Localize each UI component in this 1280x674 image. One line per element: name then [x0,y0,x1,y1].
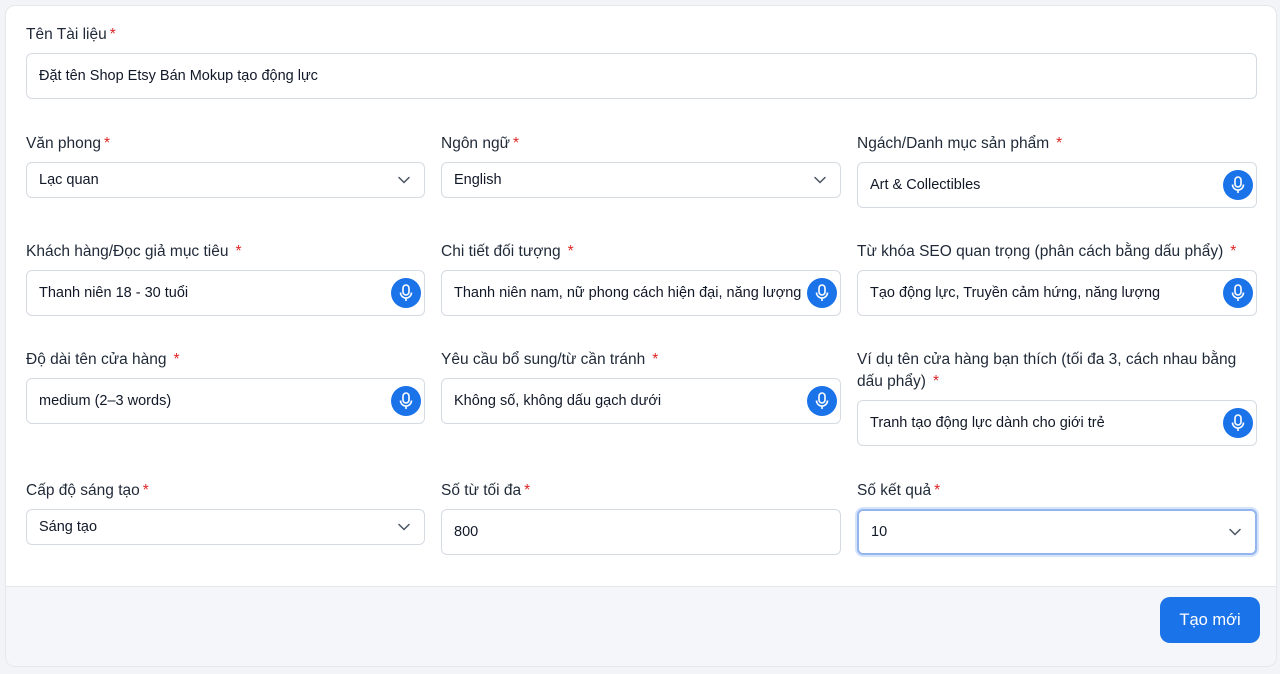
field-extra-requirements: Yêu cầu bổ sung/từ cần tránh * Không số, … [441,349,841,424]
field-creativity: Cấp độ sáng tạo * Sáng tạo [26,480,425,545]
field-label: Khách hàng/Đọc giả mục tiêu * [26,241,425,263]
seo-keywords-input[interactable]: Tạo động lực, Truyền cảm hứng, năng lượn… [857,270,1257,316]
microphone-icon[interactable] [1223,408,1253,438]
field-example-names: Ví dụ tên cửa hàng bạn thích (tối đa 3, … [857,349,1257,446]
field-seo-keywords: Từ khóa SEO quan trọng (phân cách bằng d… [857,241,1257,316]
field-label: Yêu cầu bổ sung/từ cần tránh * [441,349,841,371]
required-mark: * [109,26,116,43]
field-label: Ví dụ tên cửa hàng bạn thích (tối đa 3, … [857,349,1257,393]
select-value: English [454,172,502,188]
input-value: Art & Collectibles [870,177,981,193]
tone-select[interactable]: Lạc quan [26,162,425,198]
select-value: Sáng tạo [39,519,98,535]
input-value: Đặt tên Shop Etsy Bán Mokup tạo động lực [39,68,318,84]
field-num-results: Số kết quả * 10 [857,480,1257,555]
required-mark: * [235,243,242,260]
field-max-words: Số từ tối đa * 800 [441,480,841,555]
chevron-down-icon [1227,524,1243,540]
label-text: Chi tiết đối tượng [441,243,561,260]
required-mark: * [934,482,941,499]
label-text: Cấp độ sáng tạo [26,482,140,499]
field-tone: Văn phong * Lạc quan [26,133,425,198]
required-mark: * [1056,135,1063,152]
input-value: Thanh niên nam, nữ phong cách hiện đại, … [454,285,801,301]
input-value: 800 [454,524,479,540]
required-mark: * [173,351,180,368]
input-value: Thanh niên 18 - 30 tuổi [39,285,189,301]
required-mark: * [512,135,520,152]
label-text: Ví dụ tên cửa hàng bạn thích (tối đa 3, … [857,351,1237,390]
field-audience: Khách hàng/Đọc giả mục tiêu * Thanh niên … [26,241,425,316]
required-mark: * [652,351,659,368]
chevron-down-icon [812,172,828,188]
microphone-icon[interactable] [807,386,837,416]
num-results-select[interactable]: 10 [857,509,1257,555]
create-button[interactable]: Tạo mới [1160,597,1260,643]
field-label: Ngôn ngữ * [441,133,841,155]
input-value: Không số, không dấu gạch dưới [454,393,662,409]
select-value: 10 [871,524,888,540]
chevron-down-icon [396,172,412,188]
required-mark: * [104,135,111,152]
chevron-down-icon [396,519,412,535]
field-language: Ngôn ngữ * English [441,133,841,198]
select-value: Lạc quan [39,172,99,188]
extra-requirements-input[interactable]: Không số, không dấu gạch dưới [441,378,841,424]
form-card: Tên Tài liệu * Đặt tên Shop Etsy Bán Moku… [5,5,1277,667]
field-label: Tên Tài liệu * [26,24,1257,46]
language-select[interactable]: English [441,162,841,198]
microphone-icon[interactable] [807,278,837,308]
name-length-input[interactable]: medium (2–3 words) [26,378,425,424]
required-mark: * [142,482,149,499]
field-label: Số kết quả * [857,480,1257,502]
required-mark: * [567,243,574,260]
input-value: Tranh tạo động lực dành cho giới trẻ [870,415,1105,431]
required-mark: * [1230,243,1237,260]
field-niche: Ngách/Danh mục sản phẩm * Art & Collectib… [857,133,1257,208]
microphone-icon[interactable] [1223,278,1253,308]
required-mark: * [524,482,531,499]
label-text: Yêu cầu bổ sung/từ cần tránh [441,351,646,368]
form-footer [6,586,1276,666]
field-label: Số từ tối đa * [441,480,841,502]
label-text: Độ dài tên cửa hàng [26,351,167,368]
max-words-input[interactable]: 800 [441,509,841,555]
field-label: Văn phong * [26,133,425,155]
label-text: Số từ tối đa [441,482,522,499]
field-label: Cấp độ sáng tạo * [26,480,425,502]
required-mark: * [932,373,939,390]
niche-input[interactable]: Art & Collectibles [857,162,1257,208]
microphone-icon[interactable] [391,386,421,416]
input-value: Tạo động lực, Truyền cảm hứng, năng lượn… [870,285,1161,301]
field-label: Chi tiết đối tượng * [441,241,841,263]
label-text: Tên Tài liệu [26,26,107,43]
creativity-select[interactable]: Sáng tạo [26,509,425,545]
label-text: Ngách/Danh mục sản phẩm [857,135,1050,152]
microphone-icon[interactable] [391,278,421,308]
label-text: Khách hàng/Đọc giả mục tiêu [26,243,229,260]
input-value: medium (2–3 words) [39,393,172,409]
microphone-icon[interactable] [1223,170,1253,200]
label-text: Văn phong [26,135,101,152]
label-text: Từ khóa SEO quan trọng (phân cách bằng d… [857,243,1224,260]
audience-detail-input[interactable]: Thanh niên nam, nữ phong cách hiện đại, … [441,270,841,316]
field-label: Độ dài tên cửa hàng * [26,349,425,371]
example-names-input[interactable]: Tranh tạo động lực dành cho giới trẻ [857,400,1257,446]
audience-input[interactable]: Thanh niên 18 - 30 tuổi [26,270,425,316]
field-name-length: Độ dài tên cửa hàng * medium (2–3 words) [26,349,425,424]
document-title-input[interactable]: Đặt tên Shop Etsy Bán Mokup tạo động lực [26,53,1257,99]
field-label: Từ khóa SEO quan trọng (phân cách bằng d… [857,241,1257,263]
label-text: Ngôn ngữ [441,135,510,152]
label-text: Số kết quả [857,482,932,499]
field-document-title: Tên Tài liệu * Đặt tên Shop Etsy Bán Moku… [26,24,1257,99]
field-audience-detail: Chi tiết đối tượng * Thanh niên nam, nữ p… [441,241,841,316]
field-label: Ngách/Danh mục sản phẩm * [857,133,1257,155]
